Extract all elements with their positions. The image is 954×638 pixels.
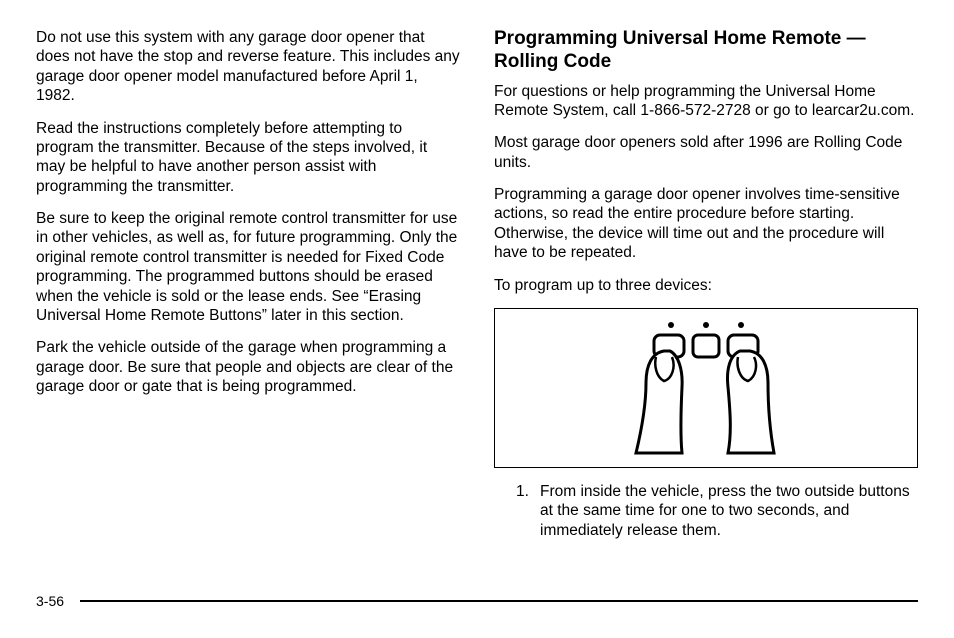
paragraph: Programming a garage door opener involve… — [494, 185, 918, 263]
paragraph: Most garage door openers sold after 1996… — [494, 133, 918, 172]
section-heading: Programming Universal Home Remote — Roll… — [494, 28, 918, 74]
paragraph: For questions or help programming the Un… — [494, 82, 918, 121]
step-text: From inside the vehicle, press the two o… — [540, 482, 918, 540]
paragraph: Do not use this system with any garage d… — [36, 28, 460, 106]
paragraph: Read the instructions completely before … — [36, 119, 460, 197]
step-number: 1. — [516, 482, 540, 540]
paragraph: Park the vehicle outside of the garage w… — [36, 338, 460, 396]
two-column-layout: Do not use this system with any garage d… — [36, 28, 918, 540]
illustration-box — [494, 308, 918, 468]
fingers-buttons-icon — [576, 313, 836, 463]
step-1: 1. From inside the vehicle, press the tw… — [516, 482, 918, 540]
footer-rule — [80, 600, 918, 602]
left-column: Do not use this system with any garage d… — [36, 28, 460, 540]
right-column: Programming Universal Home Remote — Roll… — [494, 28, 918, 540]
page-number: 3-56 — [36, 593, 64, 611]
paragraph: Be sure to keep the original remote cont… — [36, 209, 460, 325]
paragraph: To program up to three devices: — [494, 276, 918, 295]
page-footer: 3-56 — [36, 593, 918, 611]
